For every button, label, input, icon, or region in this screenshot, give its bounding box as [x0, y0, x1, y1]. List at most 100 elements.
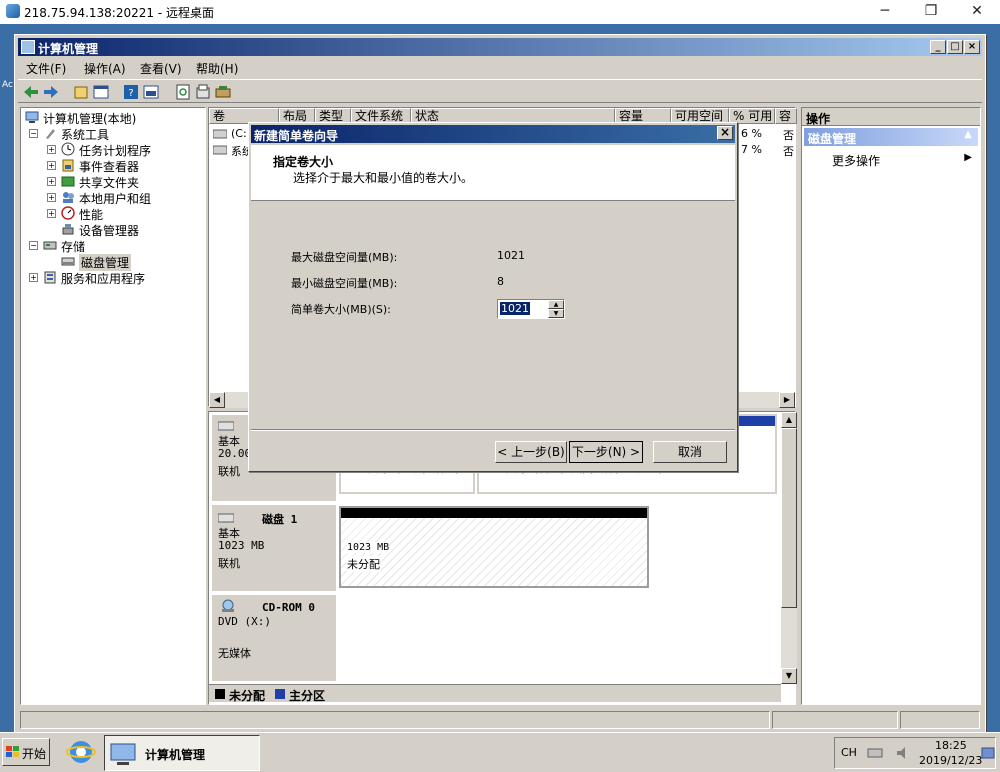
toolbar: ?	[18, 79, 982, 103]
back-button[interactable]: < 上一步(B)	[495, 441, 567, 463]
scroll-down-button[interactable]: ▼	[781, 668, 797, 684]
collapse-up-icon[interactable]: ▲	[964, 129, 972, 140]
tree-root[interactable]: 计算机管理(本地)	[43, 110, 136, 127]
menu-view[interactable]: 查看(V)	[140, 60, 182, 77]
menu-action[interactable]: 操作(A)	[84, 60, 126, 77]
collapse-storage[interactable]: −	[29, 241, 38, 250]
stepper-up-button[interactable]: ▲	[548, 300, 564, 309]
cdrom-label[interactable]: CD-ROM 0 DVD (X:) 无媒体	[211, 594, 337, 682]
system-tray: CH 18:25 2019/12/23	[834, 737, 996, 769]
disk-settings-icon[interactable]	[214, 83, 232, 101]
internet-explorer-icon[interactable]	[66, 737, 96, 767]
min-space-value: 8	[497, 275, 504, 288]
disk1-unallocated-space[interactable]: 1023 MB 未分配	[339, 506, 649, 588]
show-tree-icon[interactable]	[92, 83, 110, 101]
actions-header: 操作	[802, 108, 980, 126]
volume-size-input[interactable]: 1021	[500, 302, 530, 315]
wizard-close-button[interactable]: ×	[717, 126, 733, 140]
new-simple-volume-wizard: 新建简单卷向导 × 指定卷大小 选择介于最大和最小值的卷大小。 最大磁盘空间量(…	[248, 122, 738, 472]
tree-system-tools[interactable]: 系统工具	[61, 126, 109, 143]
disk0-size: 20.00	[218, 447, 252, 460]
computer-management-icon	[25, 111, 39, 123]
properties-icon[interactable]	[142, 83, 160, 101]
tree-services[interactable]: 服务和应用程序	[61, 270, 145, 287]
tree-local-users[interactable]: 本地用户和组	[79, 190, 151, 207]
navigation-tree: 计算机管理(本地) − 系统工具 + 任务计划程序 + 事件查看器 + 共享文件…	[20, 107, 206, 705]
forward-arrow-icon[interactable]	[42, 83, 60, 101]
keyboard-icon[interactable]	[867, 746, 883, 760]
expand-services[interactable]: +	[29, 273, 38, 282]
stepper-down-button[interactable]: ▼	[548, 309, 564, 318]
expand-event-viewer[interactable]: +	[47, 161, 56, 170]
collapse-system-tools[interactable]: −	[29, 129, 38, 138]
desktop-side-label: Ac	[2, 80, 13, 90]
actions-pane: 操作 磁盘管理 ▲ 更多操作 ▶	[801, 107, 981, 705]
volume-percent-free: 7 %	[741, 143, 762, 156]
actions-section-disk-management[interactable]: 磁盘管理 ▲	[804, 128, 978, 146]
mmc-title: 计算机管理	[38, 42, 99, 56]
taskbar-computer-management[interactable]: 计算机管理	[104, 735, 260, 771]
tree-disk-management[interactable]: 磁盘管理	[79, 254, 132, 271]
scroll-up-button[interactable]: ▲	[781, 412, 797, 428]
more-actions-item[interactable]: 更多操作 ▶	[804, 150, 978, 168]
volume-fault-tolerance: 否	[783, 129, 794, 142]
tree-device-manager[interactable]: 设备管理器	[79, 222, 139, 239]
tree-shared-folders[interactable]: 共享文件夹	[79, 174, 139, 191]
max-space-value: 1021	[497, 249, 525, 262]
expand-local-users[interactable]: +	[47, 193, 56, 202]
expand-shared-folders[interactable]: +	[47, 177, 56, 186]
more-actions-label: 更多操作	[832, 154, 881, 168]
cancel-button[interactable]: 取消	[653, 441, 727, 463]
tree-task-scheduler[interactable]: 任务计划程序	[79, 142, 151, 159]
disk1-volume-size: 1023 MB	[347, 542, 390, 553]
mmc-minimize-button[interactable]: _	[930, 40, 946, 54]
expand-task-scheduler[interactable]: +	[47, 145, 56, 154]
cdrom-icon	[222, 599, 234, 612]
minimize-button[interactable]: ─	[862, 0, 908, 24]
volume-percent-free: 6 %	[741, 127, 762, 140]
tools-icon	[46, 129, 55, 139]
volume-size-stepper[interactable]: 1021 ▲ ▼	[497, 299, 565, 319]
next-button[interactable]: 下一步(N) >	[569, 441, 643, 463]
windows-logo-icon	[6, 746, 19, 757]
tree-performance[interactable]: 性能	[79, 206, 103, 223]
show-desktop-icon[interactable]	[981, 746, 995, 760]
min-space-label: 最小磁盘空间量(MB):	[291, 277, 398, 290]
volume-icon[interactable]	[895, 746, 911, 760]
tree-event-viewer[interactable]: 事件查看器	[79, 158, 139, 175]
clock-icon	[61, 142, 75, 156]
tree-storage[interactable]: 存储	[61, 238, 85, 255]
vertical-scrollbar[interactable]: ▲ ▼	[781, 412, 797, 684]
expand-performance[interactable]: +	[47, 209, 56, 218]
scroll-thumb[interactable]	[781, 428, 797, 608]
actions-section-label: 磁盘管理	[808, 132, 857, 146]
restore-button[interactable]: ❐	[908, 0, 954, 24]
remote-desktop-titlebar: 218.75.94.138:20221 - 远程桌面 ─ ❐ ✕	[0, 0, 1000, 24]
status-cell-main	[20, 711, 770, 729]
mmc-maximize-button[interactable]: □	[947, 40, 963, 54]
disk1-label[interactable]: 磁盘 1 基本 1023 MB 联机	[211, 504, 337, 592]
export-list-icon[interactable]	[194, 83, 212, 101]
taskbar-task-label: 计算机管理	[145, 748, 206, 762]
event-viewer-icon	[62, 159, 74, 172]
scroll-right-button[interactable]: ▶	[779, 392, 795, 408]
status-bar	[18, 709, 982, 729]
mmc-close-button[interactable]: ×	[964, 40, 980, 54]
wizard-heading: 指定卷大小	[273, 155, 334, 169]
language-indicator[interactable]: CH	[841, 746, 857, 759]
scroll-left-button[interactable]: ◀	[209, 392, 225, 408]
back-arrow-icon[interactable]	[22, 83, 40, 101]
start-button[interactable]: 开始	[2, 738, 50, 766]
up-level-icon[interactable]	[72, 83, 90, 101]
close-button[interactable]: ✕	[954, 0, 1000, 24]
help-icon[interactable]: ?	[122, 83, 140, 101]
menu-file[interactable]: 文件(F)	[26, 60, 66, 77]
wizard-separator	[251, 429, 735, 431]
disk-management-icon	[61, 257, 75, 266]
computer-management-icon	[21, 40, 35, 54]
refresh-icon[interactable]	[174, 83, 192, 101]
status-cell-2	[772, 711, 898, 729]
menu-help[interactable]: 帮助(H)	[196, 60, 238, 77]
col-fault-tolerance[interactable]: 容	[775, 108, 797, 124]
shared-folder-icon	[61, 176, 75, 187]
